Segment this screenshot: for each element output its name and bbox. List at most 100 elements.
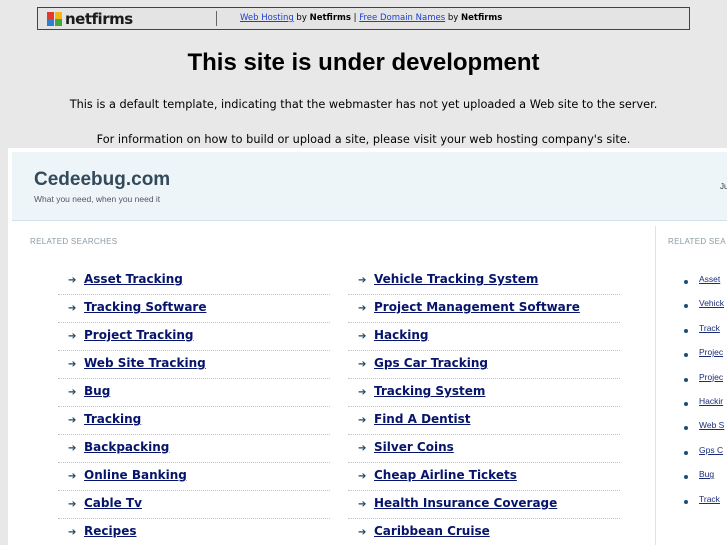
bullet-dot-icon [684, 328, 688, 333]
related-search-item: ➔ Cable Tv [58, 491, 330, 519]
related-search-link[interactable]: Recipes [84, 524, 136, 538]
arrow-right-icon: ➔ [358, 527, 367, 538]
arrow-right-icon: ➔ [68, 275, 77, 286]
arrow-right-icon: ➔ [358, 303, 367, 314]
related-search-link[interactable]: Online Banking [84, 468, 187, 482]
related-search-item: ➔ Online Banking [58, 463, 330, 491]
arrow-right-icon: ➔ [68, 527, 77, 538]
bullet-dot-icon [684, 401, 688, 406]
related-search-link[interactable]: Cheap Airline Tickets [374, 468, 517, 482]
related-search-link[interactable]: Silver Coins [374, 440, 454, 454]
banner-links: Web Hosting by Netfirms | Free Domain Na… [240, 13, 502, 23]
related-search-link[interactable]: Tracking Software [84, 300, 206, 314]
related-search-item: ➔ Tracking Software [58, 295, 330, 323]
arrow-right-icon: ➔ [358, 387, 367, 398]
arrow-right-icon: ➔ [358, 415, 367, 426]
parked-header: Cedeebug.com What you need, when you nee… [12, 152, 727, 221]
related-search-item: ➔ Caribbean Cruise [348, 519, 620, 545]
related-search-item: ➔ Gps Car Tracking [348, 351, 620, 379]
right-related-link[interactable]: Projec [699, 347, 723, 357]
right-related-link[interactable]: Projec [699, 372, 723, 382]
banner-pipe: | [350, 13, 360, 23]
related-searches-column-2: ➔ Vehicle Tracking System ➔ Project Manage… [348, 267, 620, 545]
arrow-right-icon: ➔ [68, 359, 77, 370]
bullet-dot-icon [684, 450, 688, 455]
arrow-right-icon: ➔ [68, 331, 77, 342]
bullet-dot-icon [684, 475, 688, 480]
arrow-right-icon: ➔ [68, 303, 77, 314]
site-name[interactable]: Cedeebug.com [34, 169, 170, 191]
right-related-link[interactable]: Vehick [699, 298, 724, 308]
related-search-item: ➔ Bug [58, 379, 330, 407]
related-searches-title: RELATED SEARCHES [30, 237, 118, 246]
related-search-item: ➔ Web Site Tracking [58, 351, 330, 379]
right-related-link[interactable]: Hackir [699, 396, 723, 406]
bullet-dot-icon [684, 499, 688, 504]
netfirms-flag-icon [47, 12, 63, 26]
netfirms-logo[interactable]: netfirms [47, 10, 133, 28]
free-domain-names-link[interactable]: Free Domain Names [359, 13, 445, 23]
related-search-item: ➔ Cheap Airline Tickets [348, 463, 620, 491]
site-tagline: What you need, when you need it [34, 194, 161, 204]
related-search-item: ➔ Asset Tracking [58, 267, 330, 295]
related-search-link[interactable]: Asset Tracking [84, 272, 183, 286]
arrow-right-icon: ➔ [68, 471, 77, 482]
arrow-right-icon: ➔ [358, 499, 367, 510]
web-hosting-link[interactable]: Web Hosting [240, 13, 294, 23]
related-search-link[interactable]: Tracking System [374, 384, 485, 398]
bullet-dot-icon [684, 426, 688, 431]
arrow-right-icon: ➔ [68, 387, 77, 398]
banner-by-text: by [445, 13, 461, 23]
right-related-link[interactable]: Gps C [699, 445, 723, 455]
default-template-message: This is a default template, indicating t… [69, 98, 658, 111]
right-related-link[interactable]: Asset [699, 274, 720, 284]
related-search-item: ➔ Find A Dentist [348, 407, 620, 435]
right-related-link[interactable]: Web S [699, 420, 724, 430]
bullet-dot-icon [684, 377, 688, 382]
related-search-link[interactable]: Cable Tv [84, 496, 142, 510]
related-search-item: ➔ Silver Coins [348, 435, 620, 463]
related-search-link[interactable]: Web Site Tracking [84, 356, 206, 370]
arrow-right-icon: ➔ [68, 499, 77, 510]
right-related-link[interactable]: Bug [699, 469, 714, 479]
arrow-right-icon: ➔ [68, 443, 77, 454]
banner-brand-text: Netfirms [461, 13, 503, 23]
related-search-link[interactable]: Vehicle Tracking System [374, 272, 538, 286]
related-search-item: ➔ Recipes [58, 519, 330, 545]
header-right-text: Ju [720, 182, 727, 191]
related-search-item: ➔ Vehicle Tracking System [348, 267, 620, 295]
netfirms-logo-text: netfirms [65, 10, 133, 28]
related-search-link[interactable]: Project Management Software [374, 300, 580, 314]
banner-divider [216, 11, 217, 26]
arrow-right-icon: ➔ [358, 359, 367, 370]
arrow-right-icon: ➔ [358, 443, 367, 454]
related-search-link[interactable]: Health Insurance Coverage [374, 496, 557, 510]
related-search-item: ➔ Hacking [348, 323, 620, 351]
bullet-dot-icon [684, 304, 688, 309]
related-search-link[interactable]: Hacking [374, 328, 428, 342]
related-search-link[interactable]: Gps Car Tracking [374, 356, 488, 370]
related-searches-column-1: ➔ Asset Tracking ➔ Tracking Software ➔ Proj… [58, 267, 330, 545]
arrow-right-icon: ➔ [358, 331, 367, 342]
related-search-link[interactable]: Bug [84, 384, 110, 398]
arrow-right-icon: ➔ [358, 275, 367, 286]
related-search-item: ➔ Tracking [58, 407, 330, 435]
right-related-link[interactable]: Track [699, 323, 720, 333]
banner-by-text: by [293, 13, 310, 23]
related-search-link[interactable]: Find A Dentist [374, 412, 470, 426]
right-related-link[interactable]: Track [699, 494, 720, 504]
related-search-link[interactable]: Backpacking [84, 440, 169, 454]
bullet-dot-icon [684, 280, 688, 284]
related-searches-title-right: RELATED SEA [668, 237, 726, 246]
arrow-right-icon: ➔ [358, 471, 367, 482]
arrow-right-icon: ➔ [68, 415, 77, 426]
related-search-item: ➔ Project Management Software [348, 295, 620, 323]
related-search-link[interactable]: Project Tracking [84, 328, 193, 342]
hosting-info-message: For information on how to build or uploa… [96, 133, 631, 146]
banner-brand-text: Netfirms [309, 13, 351, 23]
related-search-link[interactable]: Caribbean Cruise [374, 524, 490, 538]
related-search-link[interactable]: Tracking [84, 412, 141, 426]
netfirms-banner: netfirms Web Hosting by Netfirms | Free … [37, 7, 690, 30]
bullet-dot-icon [684, 353, 688, 358]
related-search-item: ➔ Project Tracking [58, 323, 330, 351]
